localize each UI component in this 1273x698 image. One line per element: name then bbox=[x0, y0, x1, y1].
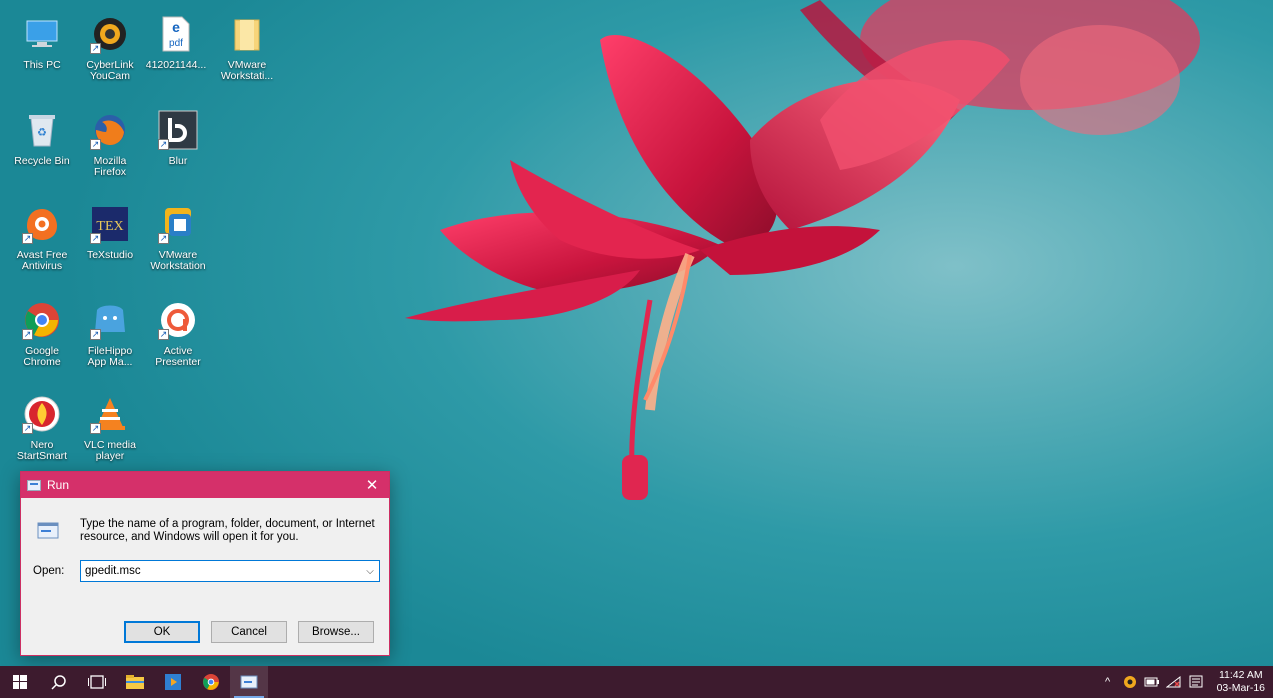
desktop-icon-label: Mozilla Firefox bbox=[93, 155, 127, 178]
desktop-icon-label: Google Chrome bbox=[23, 345, 61, 368]
run-dialog[interactable]: Run ✕ Type the name of a program, folder… bbox=[20, 471, 390, 656]
taskbar-media-app[interactable] bbox=[154, 666, 192, 698]
close-button[interactable]: ✕ bbox=[355, 472, 389, 498]
browse-button[interactable]: Browse... bbox=[298, 621, 374, 643]
desktop-icon-cyberlink-youcam[interactable]: ↗ CyberLink YouCam bbox=[78, 14, 142, 82]
avast-icon: ↗ bbox=[22, 204, 62, 244]
desktop-icon-texstudio[interactable]: TEX ↗ TeXstudio bbox=[78, 204, 142, 261]
search-button[interactable] bbox=[40, 666, 78, 698]
battery-icon[interactable] bbox=[1143, 666, 1161, 698]
desktop-icon-avast[interactable]: ↗ Avast Free Antivirus bbox=[10, 204, 74, 272]
desktop-icon-label: VMware Workstati... bbox=[220, 59, 274, 82]
recycle-bin-icon: ♻ bbox=[22, 110, 62, 150]
desktop-icon-label: This PC bbox=[23, 59, 61, 71]
activepresenter-icon: ↗ bbox=[158, 300, 198, 340]
desktop-icon-vlc[interactable]: ↗ VLC media player bbox=[78, 394, 142, 462]
shortcut-arrow-icon: ↗ bbox=[90, 43, 101, 54]
network-icon[interactable] bbox=[1165, 666, 1183, 698]
this-pc-icon bbox=[22, 14, 62, 54]
run-dialog-description: Type the name of a program, folder, docu… bbox=[80, 518, 375, 543]
shortcut-arrow-icon: ↗ bbox=[22, 423, 33, 434]
cancel-button[interactable]: Cancel bbox=[211, 621, 287, 643]
taskbar-chrome[interactable] bbox=[192, 666, 230, 698]
media-player-icon bbox=[165, 674, 181, 690]
desktop-icon-vmware-workstation[interactable]: ↗ VMware Workstation bbox=[146, 204, 210, 272]
clock-time: 11:42 AM bbox=[1218, 669, 1263, 681]
desktop-icon-label: Nero StartSmart bbox=[16, 439, 68, 462]
search-icon bbox=[51, 675, 66, 690]
run-dialog-titlebar[interactable]: Run ✕ bbox=[21, 472, 389, 498]
action-center-icon[interactable] bbox=[1187, 666, 1205, 698]
file-explorer-icon bbox=[126, 675, 144, 689]
windows-logo-icon bbox=[13, 675, 27, 689]
open-input[interactable] bbox=[81, 562, 361, 580]
desktop-icon-google-chrome[interactable]: ↗ Google Chrome bbox=[10, 300, 74, 368]
desktop-icon-label: Active Presenter bbox=[155, 345, 201, 368]
svg-text:e: e bbox=[172, 19, 180, 35]
svg-text:pdf: pdf bbox=[169, 38, 183, 49]
cyberlink-youcam-icon: ↗ bbox=[90, 14, 130, 54]
svg-text:♻: ♻ bbox=[37, 126, 47, 139]
run-dialog-title: Run bbox=[47, 478, 70, 492]
shortcut-arrow-icon: ↗ bbox=[90, 139, 101, 150]
desktop-icon-blur[interactable]: ↗ Blur bbox=[146, 110, 210, 167]
desktop-icon-recycle-bin[interactable]: ♻ Recycle Bin bbox=[10, 110, 74, 167]
folder-icon bbox=[227, 14, 267, 54]
shortcut-arrow-icon: ↗ bbox=[158, 329, 169, 340]
show-hidden-icons-chevron-icon[interactable]: ^ bbox=[1099, 666, 1117, 698]
taskbar-file-explorer[interactable] bbox=[116, 666, 154, 698]
shortcut-arrow-icon: ↗ bbox=[90, 233, 101, 244]
start-button[interactable] bbox=[0, 666, 40, 698]
desktop-icon-label: Recycle Bin bbox=[14, 155, 70, 167]
desktop-icon-filehippo[interactable]: ↗ FileHippo App Ma... bbox=[78, 300, 142, 368]
shortcut-arrow-icon: ↗ bbox=[158, 139, 169, 150]
desktop-icon-this-pc[interactable]: This PC bbox=[10, 14, 74, 71]
desktop-icon-pdf-file[interactable]: e pdf 412021144... bbox=[144, 14, 208, 71]
svg-text:TEX: TEX bbox=[96, 219, 123, 234]
desktop-icon-label: VLC media player bbox=[84, 439, 136, 462]
vlc-icon: ↗ bbox=[90, 394, 130, 434]
desktop-icon-label: 412021144... bbox=[145, 59, 207, 71]
run-icon bbox=[240, 675, 258, 689]
shortcut-arrow-icon: ↗ bbox=[22, 329, 33, 340]
open-combobox[interactable]: ⌵ bbox=[80, 560, 380, 582]
chevron-down-icon[interactable]: ⌵ bbox=[361, 561, 379, 581]
open-label: Open: bbox=[33, 565, 65, 577]
desktop-icon-label: FileHippo App Ma... bbox=[87, 345, 133, 368]
firefox-icon: ↗ bbox=[90, 110, 130, 150]
desktop-icon-firefox[interactable]: ↗ Mozilla Firefox bbox=[78, 110, 142, 178]
chrome-icon: ↗ bbox=[22, 300, 62, 340]
chrome-icon bbox=[202, 673, 220, 691]
ok-button[interactable]: OK bbox=[124, 621, 200, 643]
nero-icon: ↗ bbox=[22, 394, 62, 434]
desktop-icon-label: Blur bbox=[168, 155, 188, 167]
vmware-icon: ↗ bbox=[158, 204, 198, 244]
task-view-icon bbox=[88, 675, 106, 689]
taskbar: ^ 11:42 AM 03-Mar-16 bbox=[0, 666, 1273, 698]
run-program-icon bbox=[37, 521, 61, 541]
desktop-icon-label: CyberLink YouCam bbox=[86, 59, 134, 82]
filehippo-icon: ↗ bbox=[90, 300, 130, 340]
shortcut-arrow-icon: ↗ bbox=[90, 329, 101, 340]
shortcut-arrow-icon: ↗ bbox=[90, 423, 101, 434]
desktop-icon-active-presenter[interactable]: ↗ Active Presenter bbox=[146, 300, 210, 368]
system-clock[interactable]: 11:42 AM 03-Mar-16 bbox=[1217, 669, 1265, 695]
run-dialog-footer: OK Cancel Browse... bbox=[21, 605, 389, 655]
blur-icon: ↗ bbox=[158, 110, 198, 150]
texstudio-icon: TEX ↗ bbox=[90, 204, 130, 244]
taskbar-run-dialog[interactable] bbox=[230, 666, 268, 698]
desktop-icon-label: TeXstudio bbox=[86, 249, 134, 261]
cyberlink-tray-icon[interactable] bbox=[1121, 666, 1139, 698]
desktop-icon-nero[interactable]: ↗ Nero StartSmart bbox=[10, 394, 74, 462]
desktop-icon-label: VMware Workstation bbox=[150, 249, 206, 272]
task-view-button[interactable] bbox=[78, 666, 116, 698]
clock-date: 03-Mar-16 bbox=[1216, 682, 1265, 694]
shortcut-arrow-icon: ↗ bbox=[158, 233, 169, 244]
desktop-icon-label: Avast Free Antivirus bbox=[16, 249, 68, 272]
system-tray: ^ 11:42 AM 03-Mar-16 bbox=[1097, 666, 1273, 698]
run-icon bbox=[27, 479, 41, 491]
desktop-icon-vmware-folder[interactable]: VMware Workstati... bbox=[215, 14, 279, 82]
shortcut-arrow-icon: ↗ bbox=[22, 233, 33, 244]
pdf-file-icon: e pdf bbox=[156, 14, 196, 54]
